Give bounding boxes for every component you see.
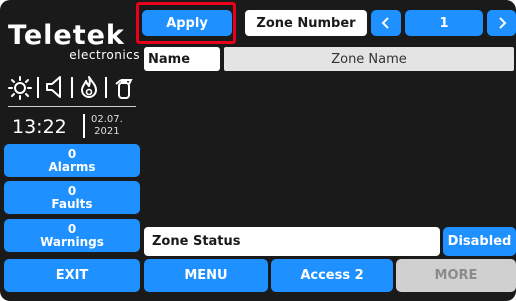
- zone-name-field[interactable]: Zone Name: [224, 47, 514, 71]
- fire-extinguisher-icon: [115, 79, 133, 99]
- clock-date: 02.07. 2021: [91, 114, 123, 138]
- faults-button[interactable]: 0 Faults: [4, 181, 140, 214]
- sun-icon: [8, 76, 32, 100]
- warnings-count: 0: [67, 221, 77, 236]
- status-divider: [8, 106, 136, 107]
- alarms-label: Alarms: [48, 159, 96, 174]
- logo-subtitle: electronics: [69, 48, 140, 62]
- clock-date-year: 2021: [94, 126, 120, 137]
- alarms-button[interactable]: 0 Alarms: [4, 144, 140, 177]
- more-button[interactable]: MORE: [396, 259, 516, 292]
- clock: 13:22 02.07. 2021: [12, 112, 138, 142]
- faults-count: 0: [67, 183, 77, 198]
- logo-brand: Teletek: [8, 20, 125, 51]
- menu-button[interactable]: MENU: [144, 259, 268, 292]
- fire-icon: [81, 76, 97, 98]
- zone-status-toggle[interactable]: Disabled: [443, 227, 516, 256]
- chevron-right-icon: [498, 17, 506, 29]
- faults-label: Faults: [51, 196, 93, 211]
- exit-button[interactable]: EXIT: [4, 259, 140, 292]
- access-level-button[interactable]: Access 2: [271, 259, 393, 292]
- warnings-button[interactable]: 0 Warnings: [4, 219, 140, 252]
- clock-separator: [83, 114, 85, 138]
- speaker-icon: [46, 76, 61, 98]
- control-panel-screen: Teletek electronics 13:22 02.07. 2021 0 …: [0, 0, 516, 301]
- apply-highlight-frame: [136, 2, 236, 44]
- zone-number-label: Zone Number: [245, 10, 367, 36]
- name-label: Name: [144, 47, 220, 71]
- clock-time: 13:22: [12, 116, 67, 138]
- chevron-left-icon: [381, 17, 389, 29]
- next-zone-button[interactable]: [487, 10, 516, 36]
- zone-number-value[interactable]: 1: [405, 10, 483, 36]
- teletek-logo: Teletek electronics: [8, 20, 142, 62]
- zone-status-label: Zone Status: [144, 227, 440, 256]
- alarms-count: 0: [67, 146, 77, 161]
- status-icons: [8, 74, 140, 102]
- divider-icon: [105, 77, 107, 98]
- warnings-label: Warnings: [40, 234, 104, 249]
- divider-icon: [71, 77, 73, 98]
- divider-icon: [37, 77, 39, 98]
- clock-date-day-month: 02.07.: [91, 114, 123, 125]
- prev-zone-button[interactable]: [371, 10, 401, 36]
